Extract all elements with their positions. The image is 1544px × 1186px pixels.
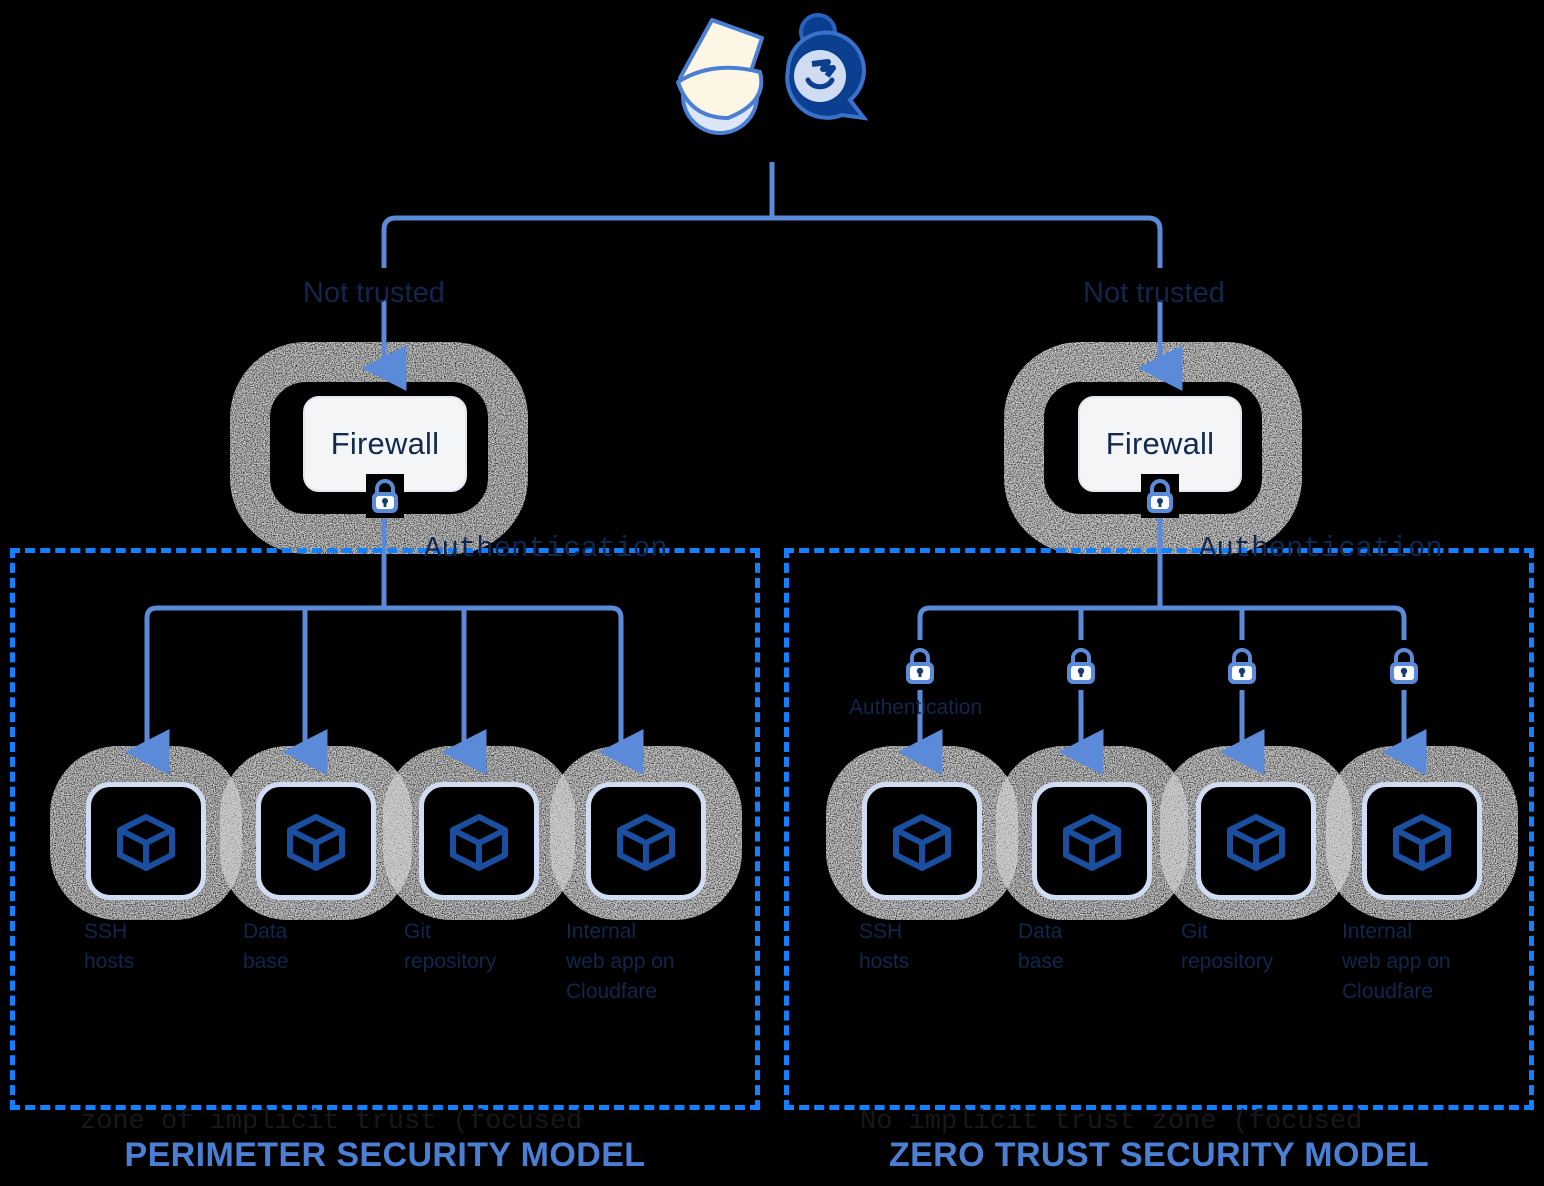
resource-node-database-right[interactable] (1032, 782, 1152, 900)
label-line-1: Data (1018, 920, 1063, 943)
lock-icon-firewall-left (366, 474, 404, 518)
resource-node-git-repository-left[interactable] (419, 782, 539, 900)
resource-node-webapp-left[interactable] (586, 782, 706, 900)
label-line-3: Cloudfare (1342, 980, 1434, 1003)
model-title-zero-trust: ZERO TRUST SECURITY MODEL (888, 1136, 1430, 1174)
lock-icon-resource-4 (1385, 640, 1423, 690)
label-line-2: web app on (566, 950, 675, 973)
resource-node-webapp-right[interactable] (1362, 782, 1482, 900)
resource-node-ssh-hosts-left[interactable] (86, 782, 206, 900)
cube-icon (287, 814, 345, 871)
label-line-1: Git (404, 920, 431, 943)
cube-icon (1227, 814, 1285, 871)
diagram-canvas: Not trusted Not trusted Firewall Firewal… (0, 0, 1544, 1186)
firewall-label: Firewall (1105, 426, 1215, 461)
dark-user-avatar (785, 13, 869, 121)
hat-user-avatar (676, 18, 764, 135)
label-line-2: base (1018, 950, 1064, 973)
lock-icon-firewall-right (1141, 474, 1179, 518)
cube-icon (893, 814, 951, 871)
cube-icon (1063, 814, 1121, 871)
resource-label-webapp-right: Internal web app on Cloudfare (1342, 917, 1451, 1007)
label-line-1: Git (1181, 920, 1208, 943)
resource-label-database-right: Data base (1018, 917, 1064, 977)
label-line-1: SSH (859, 920, 903, 943)
model-title-perimeter: PERIMETER SECURITY MODEL (124, 1136, 646, 1174)
cube-icon (617, 814, 675, 871)
edge-label-authentication-left: Authentication (424, 532, 668, 565)
actor-avatars (676, 13, 869, 135)
edge-label-authentication-resource: Authentication (849, 696, 983, 719)
label-line-1: Internal (566, 920, 637, 943)
resource-label-webapp-left: Internal web app on Cloudfare (566, 917, 675, 1007)
top-connectors (381, 162, 1163, 268)
firewall-label: Firewall (330, 426, 440, 461)
label-line-2: base (243, 950, 289, 973)
lock-icon-resource-2 (1062, 640, 1100, 690)
edge-label-not-trusted-right: Not trusted (1083, 277, 1225, 309)
resource-label-git-repository-right: Git repository (1181, 917, 1273, 977)
label-line-2: repository (1181, 950, 1274, 973)
resource-node-database-left[interactable] (256, 782, 376, 900)
resource-node-ssh-hosts-right[interactable] (862, 782, 982, 900)
lock-icon-resource-1 (901, 640, 939, 690)
label-line-1: Internal (1342, 920, 1413, 943)
lock-icon-resource-3 (1223, 640, 1261, 690)
resource-label-ssh-hosts-left: SSH hosts (84, 917, 134, 977)
resource-node-git-repository-right[interactable] (1196, 782, 1316, 900)
resource-label-ssh-hosts-right: SSH hosts (859, 917, 909, 977)
label-line-2: hosts (859, 950, 910, 973)
resource-label-database-left: Data base (243, 917, 289, 977)
cube-icon (1393, 814, 1451, 871)
label-line-2: hosts (84, 950, 135, 973)
top-arrows (361, 300, 1183, 392)
label-line-1: SSH (84, 920, 128, 943)
edge-label-authentication-right: Authentication (1199, 532, 1443, 565)
cube-icon (450, 814, 508, 871)
cube-icon (117, 814, 175, 871)
label-line-1: Data (243, 920, 288, 943)
resource-label-git-repository-left: Git repository (404, 917, 496, 977)
edge-label-not-trusted-left: Not trusted (303, 277, 445, 309)
label-line-3: Cloudfare (566, 980, 658, 1003)
label-line-2: repository (404, 950, 497, 973)
label-line-2: web app on (1342, 950, 1451, 973)
